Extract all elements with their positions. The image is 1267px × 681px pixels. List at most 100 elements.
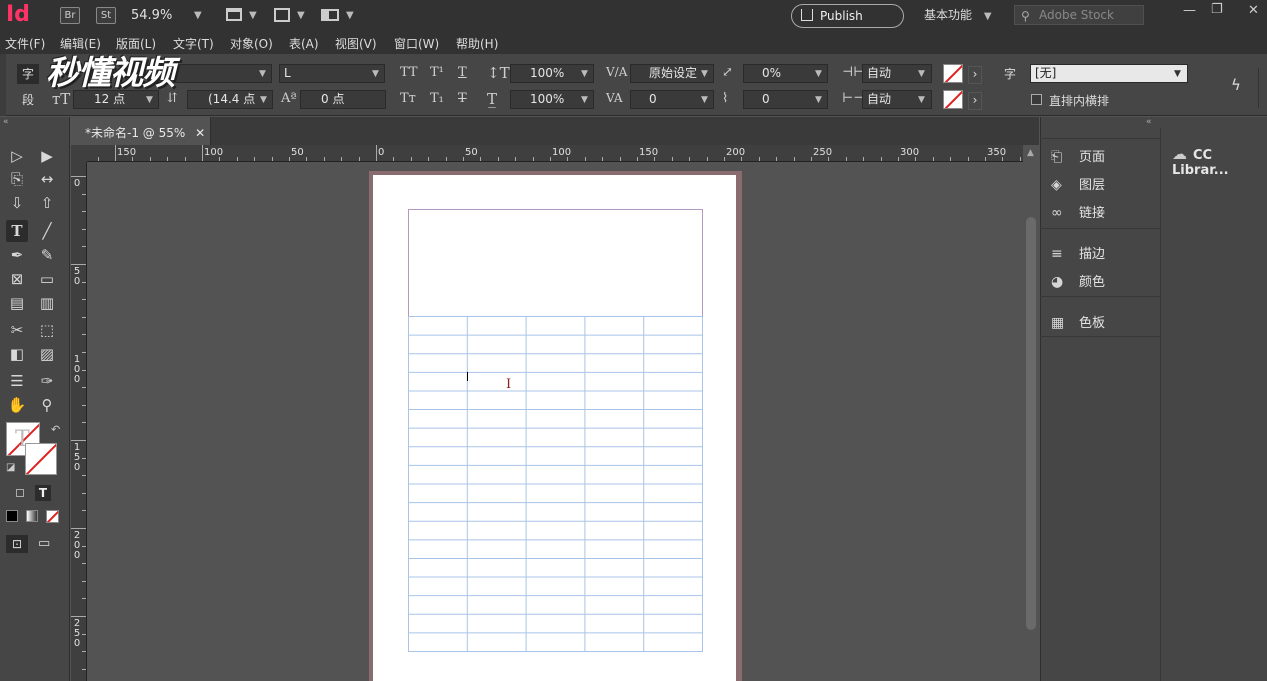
view-options-icon[interactable]: [226, 8, 242, 21]
quick-apply-icon[interactable]: ϟ: [1231, 76, 1241, 94]
menu-type[interactable]: 文字(T): [173, 35, 214, 52]
character-style-field[interactable]: [无]: [1030, 64, 1188, 83]
font-family-dropdown-icon[interactable]: ▼: [259, 69, 266, 79]
vertical-grid-tool-icon[interactable]: ▥: [36, 292, 58, 314]
collapse-dock-icon[interactable]: «: [1146, 117, 1152, 127]
rectangle-tool-icon[interactable]: ▭: [36, 268, 58, 290]
table[interactable]: [408, 316, 703, 652]
menu-object[interactable]: 对象(O): [230, 35, 273, 52]
stroke-swatch-arrow-icon[interactable]: ›: [968, 92, 982, 110]
type-tool-icon[interactable]: T: [6, 220, 28, 242]
direct-selection-tool-icon[interactable]: ▶: [36, 145, 58, 167]
gap-tool-icon[interactable]: ↔: [36, 168, 58, 190]
menu-help[interactable]: 帮助(H): [456, 35, 498, 52]
rotation-dropdown-icon[interactable]: ▼: [815, 95, 822, 105]
control-panel-grip[interactable]: [0, 54, 6, 116]
underline-icon[interactable]: T: [458, 65, 467, 80]
links-panel-button[interactable]: ∞ 链接: [1051, 202, 1105, 221]
baseline-shift-field[interactable]: 0 点: [300, 90, 386, 109]
swap-fill-stroke-icon[interactable]: ↶: [51, 423, 60, 436]
view-options-dropdown-icon[interactable]: ▼: [249, 10, 257, 21]
ruler-origin[interactable]: [71, 145, 87, 162]
horizontal-grid-tool-icon[interactable]: ▤: [6, 292, 28, 314]
skew-dropdown-icon[interactable]: ▼: [815, 69, 822, 79]
publish-online-button[interactable]: Publish Online: [791, 4, 904, 45]
stroke-swatch[interactable]: [25, 443, 57, 475]
adobe-stock-search[interactable]: ⚲ Adobe Stock: [1014, 5, 1144, 25]
rectangle-frame-tool-icon[interactable]: ⊠: [6, 268, 28, 290]
vertical-scale-dropdown-icon[interactable]: ▼: [581, 69, 588, 79]
close-button[interactable]: ✕: [1248, 3, 1259, 18]
note-tool-icon[interactable]: ☰: [6, 370, 28, 392]
line-tool-icon[interactable]: ╱: [36, 220, 58, 242]
arrange-dropdown-icon[interactable]: ▼: [346, 10, 354, 21]
pencil-tool-icon[interactable]: ✎: [36, 244, 58, 266]
control-panel-menu-grip[interactable]: [1258, 68, 1267, 108]
subscript-icon[interactable]: T₁: [430, 91, 444, 106]
document-tab[interactable]: *未命名-1 @ 55% ✕: [71, 117, 211, 145]
bridge-button[interactable]: Br: [60, 7, 80, 24]
color-panel-button[interactable]: ◕ 颜色: [1051, 271, 1105, 290]
font-style-dropdown-icon[interactable]: ▼: [372, 69, 379, 79]
scrollbar-thumb[interactable]: [1026, 217, 1036, 630]
scissors-tool-icon[interactable]: ✂: [6, 319, 28, 341]
auto-dropdown-icon-1[interactable]: ▼: [918, 69, 925, 79]
strikethrough-icon[interactable]: T: [458, 91, 467, 106]
fill-swatch-arrow-icon[interactable]: ›: [968, 66, 982, 84]
auto-dropdown-icon-2[interactable]: ▼: [918, 95, 925, 105]
cc-libraries-panel-button[interactable]: ☁ CC Librar...: [1172, 145, 1267, 178]
workspace-switcher[interactable]: 基本功能 ▼: [924, 6, 992, 23]
vertical-ruler[interactable]: 0 5 0 1 0 0 1 5 0 2 0 0 2 5 0: [71, 162, 87, 681]
horizontal-ruler[interactable]: 150 100 50 0 50 100 150 200 250 300 350: [87, 145, 1023, 162]
pages-panel-button[interactable]: ⎗ 页面: [1051, 146, 1105, 165]
font-size-dropdown-icon[interactable]: ▼: [146, 95, 153, 105]
close-tab-icon[interactable]: ✕: [195, 126, 205, 140]
apply-none-icon[interactable]: [46, 510, 59, 523]
scroll-up-icon[interactable]: ▲: [1027, 148, 1034, 158]
paragraph-mode-button[interactable]: 段: [22, 91, 34, 108]
all-caps-icon[interactable]: TT: [400, 65, 418, 80]
selection-tool-icon[interactable]: ▷: [6, 145, 28, 167]
zoom-dropdown-icon[interactable]: ▼: [194, 10, 202, 21]
character-mode-button[interactable]: 字: [17, 64, 39, 84]
font-style-field[interactable]: L: [279, 64, 385, 83]
menu-file[interactable]: 文件(F): [5, 35, 45, 52]
kerning-dropdown-icon[interactable]: ▼: [701, 69, 708, 79]
collapse-tools-icon[interactable]: «: [3, 117, 9, 127]
eyedropper-tool-icon[interactable]: ✑: [36, 370, 58, 392]
apply-color-icon[interactable]: [6, 510, 18, 522]
screen-mode-dropdown-icon[interactable]: ▼: [297, 10, 305, 21]
gradient-feather-tool-icon[interactable]: ▨: [36, 343, 58, 365]
zoom-tool-icon[interactable]: ⚲: [36, 394, 58, 416]
default-fill-stroke-icon[interactable]: ◪: [6, 462, 15, 473]
hand-tool-icon[interactable]: ✋: [6, 394, 28, 416]
page-tool-icon[interactable]: ⎘: [6, 168, 28, 190]
arrange-documents-icon[interactable]: [321, 9, 339, 21]
stroke-none-swatch[interactable]: [943, 90, 963, 109]
menu-window[interactable]: 窗口(W): [394, 35, 439, 52]
tracking-dropdown-icon[interactable]: ▼: [701, 95, 708, 105]
character-style-dropdown-icon[interactable]: ▼: [1174, 69, 1181, 79]
formatting-affects-text-icon[interactable]: T: [35, 485, 51, 501]
pen-tool-icon[interactable]: ✒: [6, 244, 28, 266]
leading-dropdown-icon[interactable]: ▼: [260, 95, 267, 105]
free-transform-tool-icon[interactable]: ⬚: [36, 319, 58, 341]
gradient-swatch-tool-icon[interactable]: ◧: [6, 343, 28, 365]
menu-table[interactable]: 表(A): [289, 35, 319, 52]
content-collector-icon[interactable]: ⇩: [6, 192, 28, 214]
formatting-affects-container-icon[interactable]: [16, 489, 24, 497]
minimize-button[interactable]: —: [1183, 3, 1196, 18]
layers-panel-button[interactable]: ◈ 图层: [1051, 174, 1105, 193]
normal-view-mode-icon[interactable]: ⊡: [6, 535, 28, 553]
tate-chu-yoko-checkbox[interactable]: [1031, 94, 1042, 105]
content-placer-icon[interactable]: ⇧: [36, 192, 58, 214]
stroke-panel-button[interactable]: ≡ 描边: [1051, 243, 1105, 262]
horizontal-scale-dropdown-icon[interactable]: ▼: [581, 95, 588, 105]
fill-none-swatch[interactable]: [943, 64, 963, 83]
screen-mode-icon[interactable]: [274, 8, 290, 22]
apply-gradient-icon[interactable]: [26, 510, 38, 522]
small-caps-icon[interactable]: Tт: [400, 91, 416, 106]
menu-view[interactable]: 视图(V): [335, 35, 377, 52]
stock-button[interactable]: St: [96, 7, 116, 24]
restore-button[interactable]: ❐: [1211, 2, 1223, 17]
